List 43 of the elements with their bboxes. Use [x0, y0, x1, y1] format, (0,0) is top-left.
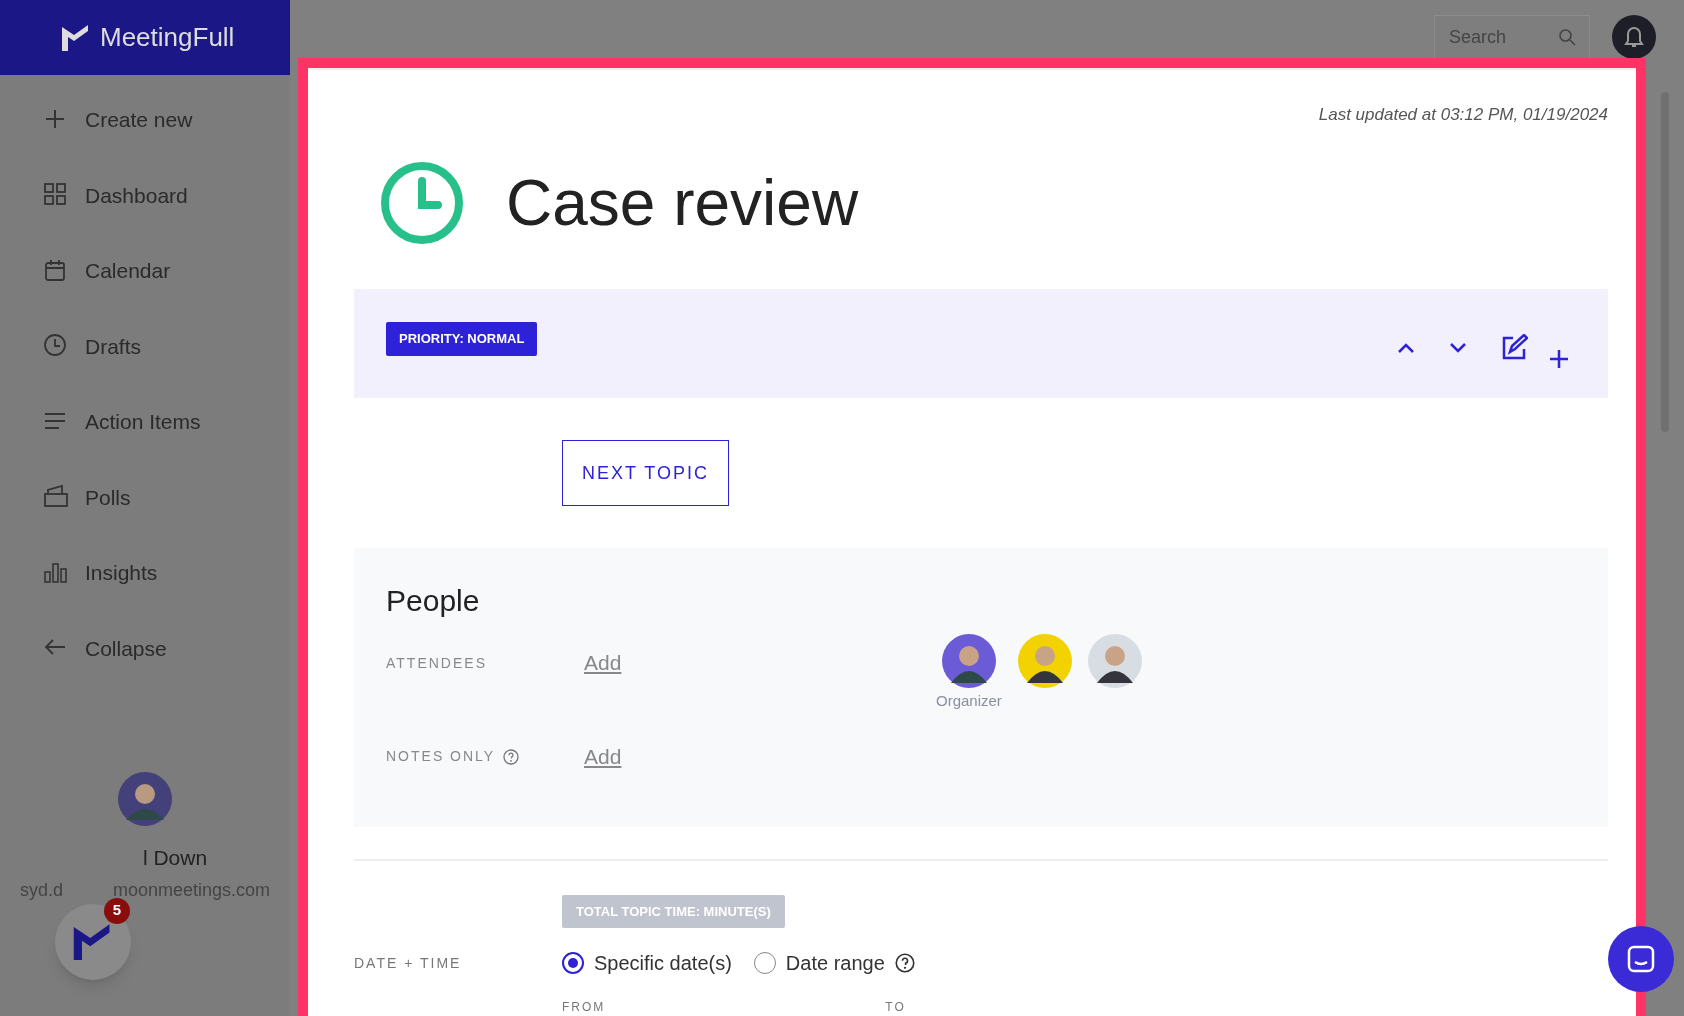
- search-field[interactable]: Search: [1434, 15, 1590, 59]
- sidebar-item[interactable]: Create new: [0, 82, 290, 158]
- move-up-icon[interactable]: [1396, 342, 1416, 355]
- avatar-caption: Organizer: [936, 691, 1002, 712]
- sidebar-item[interactable]: Polls: [0, 459, 290, 535]
- person-avatar[interactable]: [1087, 634, 1142, 689]
- add-icon[interactable]: [1548, 348, 1570, 371]
- app-name: MeetingFull: [100, 21, 235, 54]
- topic-title: Case review: [506, 166, 859, 242]
- field-label: FROM: [562, 999, 606, 1016]
- notification-badge: 5: [104, 897, 130, 924]
- next-topic-button[interactable]: NEXT TOPIC: [562, 440, 729, 507]
- last-updated-text: Last updated at 03:12 PM, 01/19/2024: [1318, 103, 1608, 126]
- sidebar-item[interactable]: Insights: [0, 535, 290, 611]
- user-email: syd.d: [20, 879, 64, 902]
- section-title: People: [386, 583, 481, 620]
- field-label: ATTENDEES: [386, 653, 487, 673]
- field-label: TO: [885, 999, 906, 1016]
- sidebar-item[interactable]: Dashboard: [0, 157, 290, 233]
- move-down-icon[interactable]: [1448, 342, 1468, 355]
- search-icon: [1558, 28, 1576, 46]
- sidebar-item[interactable]: Drafts: [0, 308, 290, 384]
- total-time-badge: TOTAL TOPIC TIME: MINUTE(S): [562, 894, 785, 928]
- radio-button[interactable]: [562, 952, 584, 974]
- radio-label[interactable]: Specific date(s): [594, 948, 732, 978]
- sidebar-item[interactable]: Action Items: [0, 384, 290, 460]
- sidebar-item[interactable]: Calendar: [0, 233, 290, 309]
- notifications-bell-icon[interactable]: [1612, 15, 1656, 59]
- person-avatar[interactable]: [941, 634, 996, 689]
- sidebar-item[interactable]: Collapse: [0, 610, 290, 686]
- clock-icon: [380, 161, 464, 246]
- user-avatar[interactable]: [118, 771, 172, 826]
- help-icon[interactable]: [894, 953, 915, 973]
- person-avatar[interactable]: [1017, 634, 1072, 689]
- field-label: DATE + TIME: [354, 953, 463, 973]
- user-name: l Down: [142, 845, 208, 869]
- add-link[interactable]: Add: [584, 647, 622, 679]
- field-label: NOTES ONLY: [386, 747, 496, 767]
- add-link[interactable]: Add: [584, 740, 622, 773]
- radio-label[interactable]: Date range: [785, 948, 885, 978]
- radio-button[interactable]: [753, 952, 776, 974]
- priority-badge: PRIORITY: NORMAL: [386, 322, 538, 356]
- chat-icon: [1626, 944, 1656, 974]
